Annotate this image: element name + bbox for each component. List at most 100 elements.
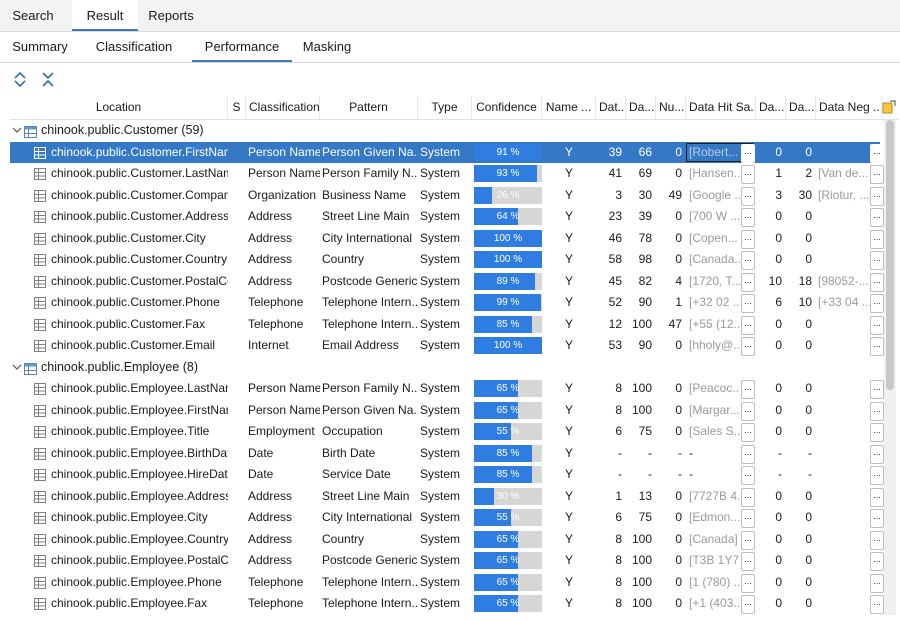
table-row[interactable]: chinook.public.Employee.Address Address St… (10, 486, 884, 508)
cell-data-hit-sample: [Robert... (689, 144, 739, 159)
column-icon (34, 426, 46, 441)
table-row[interactable]: chinook.public.Customer.Email Internet Ema… (10, 335, 884, 357)
cell-data-hit-sample: [1720, T... (689, 273, 740, 288)
table-row[interactable]: chinook.public.Employee.HireDate Date Serv… (10, 464, 884, 486)
hit-sample-more-button[interactable]: ... (741, 186, 755, 206)
col-type[interactable]: Type (418, 96, 472, 119)
hit-sample-more-button[interactable]: ... (741, 208, 755, 227)
table-row[interactable]: chinook.public.Customer.City Address City … (10, 228, 884, 250)
hit-sample-more-button[interactable]: ... (741, 165, 755, 184)
col-classification[interactable]: Classification (246, 96, 320, 119)
hit-sample-more-button[interactable]: ... (741, 229, 755, 249)
negative-sample-more-button[interactable]: ... (870, 272, 884, 292)
negative-sample-more-button[interactable]: ... (870, 208, 884, 227)
cell-da3: 0 (805, 574, 812, 589)
vertical-scrollbar[interactable] (884, 120, 896, 615)
hit-sample-more-button[interactable]: ... (741, 251, 755, 270)
col-nu[interactable]: Nu... (656, 96, 686, 119)
col-dat[interactable]: Dat... (596, 96, 626, 119)
hit-sample-more-button[interactable]: ... (741, 595, 755, 614)
table-row[interactable]: chinook.public.Customer.Country Address Co… (10, 249, 884, 271)
tab-classification[interactable]: Classification (94, 32, 174, 62)
cell-name-match: Y (564, 144, 573, 159)
col-s[interactable]: S (228, 96, 246, 119)
negative-sample-more-button[interactable]: ... (870, 165, 884, 184)
negative-sample-more-button[interactable]: ... (870, 423, 884, 442)
table-row[interactable]: chinook.public.Customer.FirstNam Person N… (10, 141, 884, 163)
negative-sample-more-button[interactable]: ... (870, 315, 884, 335)
hit-sample-more-button[interactable]: ... (741, 487, 755, 507)
hit-sample-more-button[interactable]: ... (741, 444, 755, 464)
negative-sample-more-button[interactable]: ... (870, 509, 884, 528)
cell-dat: 8 (615, 553, 622, 567)
tab-masking[interactable]: Masking (300, 32, 354, 62)
col-data-negative[interactable]: Data Neg ... (816, 96, 882, 119)
negative-sample-more-button[interactable]: ... (870, 186, 884, 206)
hit-sample-more-button[interactable]: ... (741, 466, 755, 485)
group-row[interactable]: chinook.public.Employee (8) (10, 357, 880, 379)
hit-sample-more-button[interactable]: ... (741, 294, 755, 313)
table-row[interactable]: chinook.public.Employee.BirthDat Date Birt… (10, 443, 884, 465)
negative-sample-more-button[interactable]: ... (870, 466, 884, 485)
col-data-hit-sample[interactable]: Data Hit Sa... (686, 96, 756, 119)
negative-sample-more-button[interactable]: ... (870, 229, 884, 249)
hit-sample-more-button[interactable]: ... (741, 337, 755, 356)
col-confidence[interactable]: Confidence (472, 96, 542, 119)
col-pattern[interactable]: Pattern (320, 96, 418, 119)
col-da-3[interactable]: Da... (786, 96, 816, 119)
expand-all-icon[interactable] (10, 69, 30, 89)
table-row[interactable]: chinook.public.Employee.Country Address Co… (10, 529, 884, 551)
table-row[interactable]: chinook.public.Employee.Phone Telephone Te… (10, 572, 884, 594)
negative-sample-more-button[interactable]: ... (870, 573, 884, 593)
scrollbar-thumb[interactable] (886, 120, 894, 390)
hit-sample-more-button[interactable]: ... (741, 315, 755, 335)
tab-result[interactable]: Result (72, 0, 138, 31)
hit-sample-more-button[interactable]: ... (741, 401, 755, 421)
hit-sample-more-button[interactable]: ... (741, 509, 755, 528)
tab-summary[interactable]: Summary (6, 32, 74, 62)
table-row[interactable]: chinook.public.Customer.Fax Telephone Tele… (10, 314, 884, 336)
hit-sample-more-button[interactable]: ... (741, 530, 755, 550)
hit-sample-more-button[interactable]: ... (741, 272, 755, 292)
negative-sample-more-button[interactable]: ... (870, 337, 884, 356)
negative-sample-more-button[interactable]: ... (870, 552, 884, 571)
cell-classification: Address (248, 273, 293, 288)
hit-sample-more-button[interactable]: ... (741, 423, 755, 442)
table-row[interactable]: chinook.public.Employee.FirstNam Person N… (10, 400, 884, 422)
negative-sample-more-button[interactable]: ... (870, 294, 884, 313)
hit-sample-more-button[interactable]: ... (741, 143, 755, 163)
cell-da2: 0 (775, 531, 782, 546)
hit-sample-more-button[interactable]: ... (741, 573, 755, 593)
negative-sample-more-button[interactable]: ... (870, 251, 884, 270)
table-row[interactable]: chinook.public.Customer.Phone Telephone Te… (10, 292, 884, 314)
hit-sample-more-button[interactable]: ... (741, 380, 755, 399)
table-row[interactable]: chinook.public.Employee.Fax Telephone Tele… (10, 593, 884, 615)
table-row[interactable]: chinook.public.Employee.City Address City … (10, 507, 884, 529)
table-row[interactable]: chinook.public.Customer.LastNam Person Na… (10, 163, 884, 185)
cell-nu: 47 (668, 316, 682, 331)
column-chooser-icon[interactable] (882, 100, 896, 114)
table-row[interactable]: chinook.public.Customer.Address Address St… (10, 206, 884, 228)
col-da-1[interactable]: Da... (626, 96, 656, 119)
col-location[interactable]: Location (10, 96, 228, 119)
hit-sample-more-button[interactable]: ... (741, 552, 755, 571)
col-da-2[interactable]: Da... (756, 96, 786, 119)
negative-sample-more-button[interactable]: ... (870, 487, 884, 507)
table-row[interactable]: chinook.public.Employee.LastNam Person Na… (10, 378, 884, 400)
negative-sample-more-button[interactable]: ... (870, 401, 884, 421)
negative-sample-more-button[interactable]: ... (870, 380, 884, 399)
table-row[interactable]: chinook.public.Employee.PostalCc Address P… (10, 550, 884, 572)
negative-sample-more-button[interactable]: ... (870, 444, 884, 464)
table-row[interactable]: chinook.public.Customer.Compan Organizati… (10, 185, 884, 207)
group-row[interactable]: chinook.public.Customer (59) (10, 120, 880, 142)
table-row[interactable]: chinook.public.Employee.Title Employment O… (10, 421, 884, 443)
col-name[interactable]: Name ... (542, 96, 596, 119)
tab-search[interactable]: Search (4, 0, 62, 31)
negative-sample-more-button[interactable]: ... (870, 530, 884, 550)
tab-reports[interactable]: Reports (142, 0, 200, 31)
tab-performance[interactable]: Performance (192, 32, 292, 62)
negative-sample-more-button[interactable]: ... (870, 143, 884, 163)
table-row[interactable]: chinook.public.Customer.PostalCc Address P… (10, 271, 884, 293)
negative-sample-more-button[interactable]: ... (870, 595, 884, 614)
collapse-all-icon[interactable] (38, 69, 58, 89)
